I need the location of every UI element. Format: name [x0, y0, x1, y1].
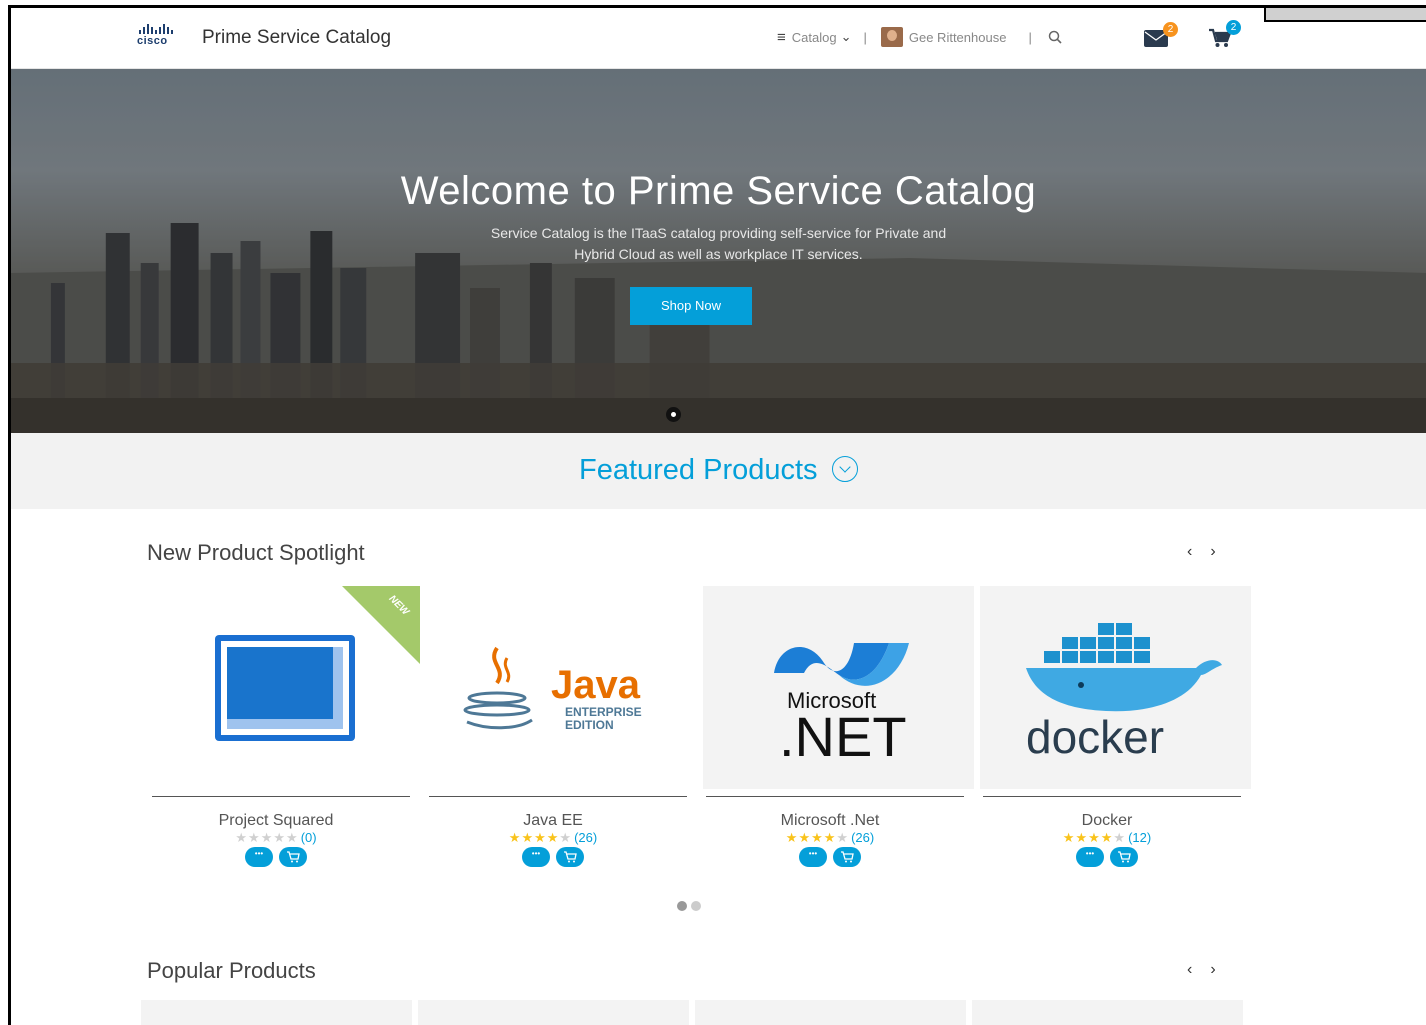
product-card[interactable] — [418, 1000, 689, 1025]
popular-title: Popular Products — [147, 958, 316, 983]
product-name[interactable]: Microsoft .Net — [703, 812, 957, 830]
product-image[interactable]: NEW — [149, 586, 420, 789]
hero-subtitle-line: Hybrid Cloud as well as workplace IT ser… — [574, 246, 863, 262]
rating-count[interactable]: (0) — [301, 830, 317, 845]
card-divider — [983, 796, 1241, 797]
next-arrow-icon[interactable]: › — [1210, 543, 1233, 560]
java-logo-word: Java — [551, 663, 641, 707]
more-info-button[interactable] — [799, 847, 827, 867]
product-card[interactable] — [695, 1000, 966, 1025]
spotlight-arrows: ‹› — [1187, 543, 1234, 561]
spotlight-title: New Product Spotlight — [147, 540, 365, 565]
add-to-cart-button[interactable] — [1110, 847, 1138, 867]
dotnet-logo-icon: Microsoft .NET — [773, 642, 909, 763]
product-card[interactable]: Java ENTERPRISE EDITION Java EE ★★★★★ (26… — [426, 586, 697, 871]
hero-banner: Welcome to Prime Service Catalog Service… — [11, 69, 1426, 433]
java-logo-icon: Java ENTERPRISE EDITION — [463, 646, 642, 732]
popular-carousel — [141, 1000, 1243, 1025]
search-icon[interactable] — [1048, 30, 1062, 44]
add-to-cart-button[interactable] — [556, 847, 584, 867]
card-divider — [706, 796, 964, 797]
product-actions — [149, 847, 403, 867]
catalog-menu[interactable]: Catalog — [792, 30, 837, 45]
svg-text:.NET: .NET — [779, 705, 907, 763]
spotlight-carousel: NEW Project Squared ★★★★★ (0) ••• Java E… — [149, 586, 1251, 871]
prev-arrow-icon[interactable]: ‹ — [1187, 543, 1210, 560]
carousel-indicator[interactable] — [666, 407, 681, 422]
browser-frame: cisco Prime Service Catalog ≡ Catalog ⌄ … — [8, 5, 1426, 1025]
product-card[interactable] — [972, 1000, 1243, 1025]
chevron-down-circle-icon[interactable] — [832, 456, 859, 482]
hamburger-icon[interactable]: ≡ — [777, 29, 786, 46]
featured-products-bar: Featured Products — [11, 433, 1426, 509]
pager-dot[interactable] — [691, 901, 701, 911]
cart-badge: 2 — [1226, 20, 1241, 35]
cart-icon — [287, 851, 300, 863]
shop-now-button[interactable]: Shop Now — [630, 287, 752, 325]
hero-title: Welcome to Prime Service Catalog — [400, 169, 1037, 213]
rating-count[interactable]: (26) — [574, 830, 597, 845]
rating-count[interactable]: (26) — [851, 830, 874, 845]
cart-icon — [1118, 851, 1131, 863]
pager-dot[interactable] — [677, 901, 687, 911]
product-actions — [980, 847, 1234, 867]
product-actions — [426, 847, 680, 867]
product-rating: ★★★★★ (26) — [785, 830, 875, 845]
product-name[interactable]: Java EE — [426, 812, 680, 830]
corner-tab — [1264, 8, 1426, 22]
svg-text:docker: docker — [1026, 711, 1164, 763]
next-arrow-icon[interactable]: › — [1210, 961, 1233, 978]
svg-text:EDITION: EDITION — [565, 718, 614, 732]
product-name[interactable]: Project Squared — [149, 812, 403, 830]
project-squared-logo-icon — [214, 634, 355, 741]
hero-subtitle: Service Catalog is the ITaaS catalog pro… — [11, 223, 1426, 265]
nav-divider: | — [1028, 29, 1032, 45]
rating-count[interactable]: (12) — [1128, 830, 1151, 845]
spotlight-pager — [677, 901, 701, 911]
card-divider — [429, 796, 687, 797]
svg-text:ENTERPRISE: ENTERPRISE — [565, 705, 642, 719]
product-rating: ★★★★★ (26) — [508, 830, 598, 845]
product-actions — [703, 847, 957, 867]
nav-divider: | — [863, 29, 867, 45]
cart-button[interactable]: 2 — [1209, 20, 1241, 53]
product-image[interactable]: Microsoft .NET — [703, 586, 974, 789]
product-card[interactable]: Microsoft .NET Microsoft .Net ★★★★★ (26) — [703, 586, 974, 871]
cisco-logo-text: cisco — [137, 35, 168, 47]
hero-subtitle-line: Service Catalog is the ITaaS catalog pro… — [490, 225, 947, 241]
cisco-logo[interactable]: cisco — [137, 24, 187, 50]
docker-logo-icon: docker — [1025, 622, 1222, 763]
more-info-button[interactable] — [245, 847, 273, 867]
mail-badge: 2 — [1163, 22, 1178, 37]
top-nav: ≡ Catalog ⌄ | Gee Rittenhouse | — [777, 27, 1062, 47]
top-header: cisco Prime Service Catalog ≡ Catalog ⌄ … — [11, 8, 1426, 69]
more-info-button[interactable] — [1076, 847, 1104, 867]
product-rating: ★★★★★ (0) — [235, 830, 317, 845]
product-card[interactable]: NEW Project Squared ★★★★★ (0) — [149, 586, 420, 871]
app-title[interactable]: Prime Service Catalog — [202, 27, 391, 49]
product-name[interactable]: Docker — [980, 812, 1234, 830]
product-image[interactable]: docker — [980, 586, 1251, 789]
new-ribbon — [342, 586, 420, 664]
avatar[interactable] — [880, 27, 903, 47]
prev-arrow-icon[interactable]: ‹ — [1187, 961, 1210, 978]
add-to-cart-button[interactable] — [833, 847, 861, 867]
more-info-button[interactable] — [522, 847, 550, 867]
popular-arrows: ‹› — [1187, 961, 1234, 979]
cart-icon — [841, 851, 854, 863]
product-rating: ★★★★★ (12) — [1062, 830, 1152, 845]
product-card[interactable]: docker Docker ★★★★★ (12) — [980, 586, 1251, 871]
user-name[interactable]: Gee Rittenhouse — [909, 30, 1007, 45]
add-to-cart-button[interactable] — [279, 847, 307, 867]
product-image[interactable]: Java ENTERPRISE EDITION — [426, 586, 697, 789]
chevron-down-icon[interactable]: ⌄ — [841, 29, 852, 45]
cart-icon — [564, 851, 577, 863]
notifications-button[interactable]: 2 — [1144, 22, 1178, 52]
featured-products-title[interactable]: Featured Products — [579, 454, 818, 487]
product-card[interactable] — [141, 1000, 412, 1025]
card-divider — [152, 796, 410, 797]
